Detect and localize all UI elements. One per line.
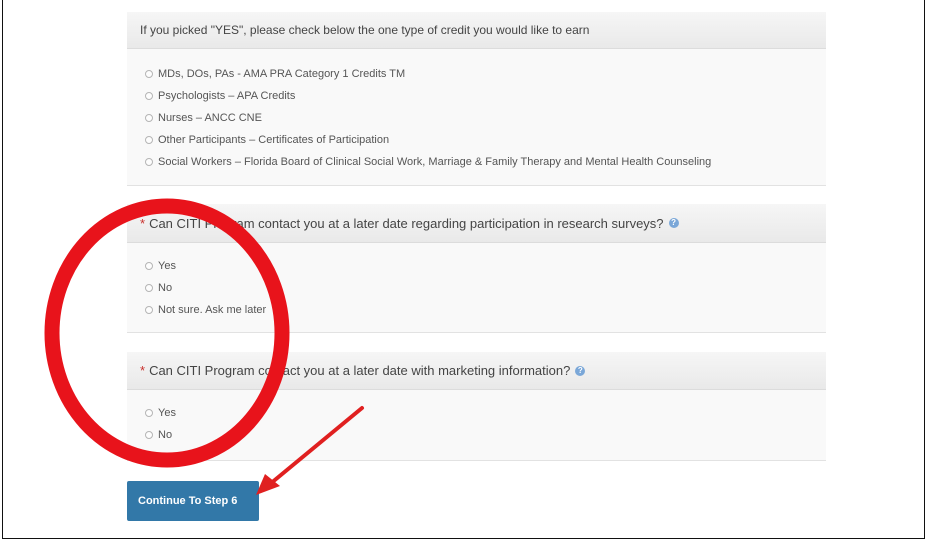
credit-type-options: MDs, DOs, PAs - AMA PRA Category 1 Credi… xyxy=(127,49,826,173)
radio-unchecked-icon[interactable] xyxy=(145,92,153,100)
research-surveys-header: * Can CITI Program contact you at a late… xyxy=(127,204,826,243)
radio-option-yes[interactable]: Yes xyxy=(145,402,826,424)
marketing-options: Yes No xyxy=(127,390,826,446)
research-surveys-question: Can CITI Program contact you at a later … xyxy=(149,215,664,231)
radio-option[interactable]: Social Workers – Florida Board of Clinic… xyxy=(145,151,826,173)
radio-option-no[interactable]: No xyxy=(145,424,826,446)
radio-unchecked-icon[interactable] xyxy=(145,431,153,439)
required-asterisk: * xyxy=(140,363,146,378)
credit-type-question: If you picked "YES", please check below … xyxy=(140,23,590,37)
required-asterisk: * xyxy=(140,215,146,231)
radio-option[interactable]: Nurses – ANCC CNE xyxy=(145,107,826,129)
radio-unchecked-icon[interactable] xyxy=(145,262,153,270)
credit-type-panel: If you picked "YES", please check below … xyxy=(127,12,826,186)
radio-option-yes[interactable]: Yes xyxy=(145,255,826,277)
radio-option[interactable]: MDs, DOs, PAs - AMA PRA Category 1 Credi… xyxy=(145,63,826,85)
continue-button[interactable]: Continue To Step 6 xyxy=(127,481,259,521)
marketing-question: Can CITI Program contact you at a later … xyxy=(149,363,571,378)
credit-type-header: If you picked "YES", please check below … xyxy=(127,12,826,49)
question-circle-icon[interactable]: ? xyxy=(575,365,586,376)
research-surveys-panel: * Can CITI Program contact you at a late… xyxy=(127,204,826,333)
radio-option-not-sure[interactable]: Not sure. Ask me later xyxy=(145,299,826,321)
radio-unchecked-icon[interactable] xyxy=(145,136,153,144)
radio-option-no[interactable]: No xyxy=(145,277,826,299)
radio-unchecked-icon[interactable] xyxy=(145,158,153,166)
radio-unchecked-icon[interactable] xyxy=(145,70,153,78)
radio-option[interactable]: Other Participants – Certificates of Par… xyxy=(145,129,826,151)
radio-unchecked-icon[interactable] xyxy=(145,306,153,314)
marketing-header: * Can CITI Program contact you at a late… xyxy=(127,352,826,390)
radio-unchecked-icon[interactable] xyxy=(145,114,153,122)
radio-option[interactable]: Psychologists – APA Credits xyxy=(145,85,826,107)
research-surveys-options: Yes No Not sure. Ask me later xyxy=(127,243,826,321)
marketing-panel: * Can CITI Program contact you at a late… xyxy=(127,352,826,461)
question-circle-icon[interactable]: ? xyxy=(668,218,679,228)
radio-unchecked-icon[interactable] xyxy=(145,409,153,417)
radio-unchecked-icon[interactable] xyxy=(145,284,153,292)
